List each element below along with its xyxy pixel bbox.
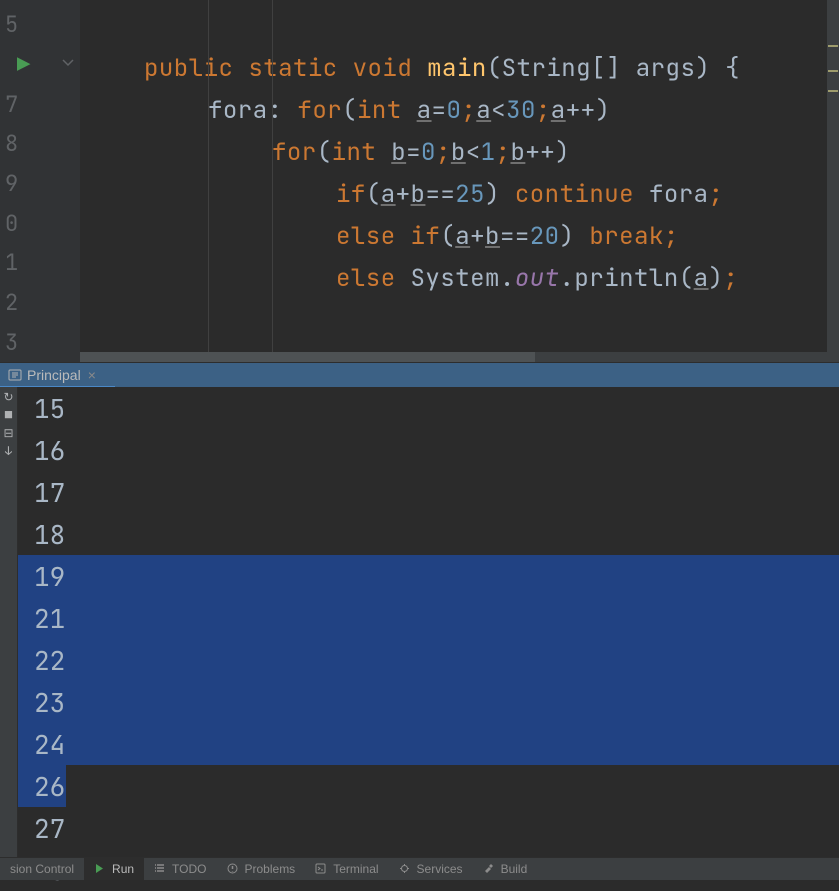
run-tab[interactable]: Principal × (0, 367, 104, 383)
tool-window-button[interactable]: Run (84, 858, 144, 880)
code-line[interactable]: if(a+b==25) continue fora; (80, 173, 839, 215)
tool-window-label: sion Control (10, 862, 74, 876)
code-line[interactable]: else if(a+b==20) break; (80, 215, 839, 257)
run-output-panel: ↻ ■ ⊟ ↓ 151617181921222324262728 (0, 387, 839, 857)
svc-icon (399, 863, 412, 876)
warn-icon (227, 863, 240, 876)
code-line[interactable]: else System.out.println(a); (80, 257, 839, 299)
code-line[interactable]: public static void main(String[] args) { (80, 47, 839, 89)
gutter-line: 1 (0, 243, 80, 283)
gutter-line: 9 (0, 164, 80, 204)
list-icon (154, 863, 167, 876)
tool-window-bar: sion Control Run TODO Problems Terminal Servi… (0, 857, 839, 880)
code-line[interactable] (80, 299, 839, 341)
down-icon[interactable]: ↓ (2, 444, 16, 458)
gutter-line: ▶ (0, 45, 80, 85)
tool-window-button[interactable]: Problems (217, 858, 306, 880)
run-tab-bar: Principal × (0, 362, 839, 387)
gutter-line: 5 (0, 5, 80, 45)
fold-icon[interactable] (61, 55, 75, 75)
console-output[interactable]: 151617181921222324262728 (18, 387, 839, 857)
tool-window-label: Run (112, 862, 134, 876)
tool-window-label: Terminal (333, 862, 378, 876)
close-icon[interactable]: × (88, 367, 96, 383)
console-line[interactable]: 23 (18, 681, 839, 723)
console-line[interactable]: 16 (34, 429, 839, 471)
gutter-line: 0 (0, 203, 80, 243)
editor-gutter: 5 ▶ 7 8 9 0 1 2 3 (0, 0, 80, 362)
gutter-line: 2 (0, 283, 80, 323)
tab-label: Principal (27, 367, 81, 383)
run-config-icon (8, 368, 22, 382)
gutter-line: 8 (0, 124, 80, 164)
gutter-line: 3 (0, 322, 80, 362)
rerun-icon[interactable]: ↻ (2, 390, 16, 404)
tool-window-button[interactable]: TODO (144, 858, 216, 880)
tool-window-button[interactable]: Terminal (305, 858, 388, 880)
tool-window-button[interactable]: Build (473, 858, 538, 880)
tool-window-label: TODO (172, 862, 206, 876)
console-line[interactable]: 22 (18, 639, 839, 681)
tool-window-button[interactable]: sion Control (0, 858, 84, 880)
code-line[interactable] (80, 5, 839, 47)
stop-icon[interactable]: ■ (2, 408, 16, 422)
hammer-icon (483, 863, 496, 876)
tool-window-label: Problems (245, 862, 296, 876)
console-line[interactable]: 27 (34, 807, 839, 849)
play-icon (94, 863, 107, 876)
console-line[interactable]: 21 (18, 597, 839, 639)
code-content[interactable]: public static void main(String[] args) {… (80, 0, 839, 362)
code-editor[interactable]: 5 ▶ 7 8 9 0 1 2 3 public static void mai… (0, 0, 839, 362)
code-line[interactable]: for(int b=0;b<1;b++) (80, 131, 839, 173)
code-line[interactable]: fora: for(int a=0;a<30;a++) (80, 89, 839, 131)
console-line[interactable]: 24 (18, 723, 839, 765)
tool-window-button[interactable]: Services (389, 858, 473, 880)
console-line[interactable]: 18 (34, 513, 839, 555)
layout-icon[interactable]: ⊟ (2, 426, 16, 440)
console-line[interactable]: 15 (34, 387, 839, 429)
console-line[interactable]: 17 (34, 471, 839, 513)
term-icon (315, 863, 328, 876)
console-line[interactable]: 19 (18, 555, 839, 597)
gutter-line: 7 (0, 84, 80, 124)
tool-window-label: Services (417, 862, 463, 876)
run-gutter-icon[interactable]: ▶ (17, 50, 30, 79)
console-line[interactable]: 26 (34, 765, 839, 807)
horizontal-scrollbar[interactable] (80, 352, 839, 362)
tool-window-label: Build (501, 862, 528, 876)
run-toolbar: ↻ ■ ⊟ ↓ (0, 387, 18, 857)
error-stripe[interactable] (827, 0, 839, 362)
